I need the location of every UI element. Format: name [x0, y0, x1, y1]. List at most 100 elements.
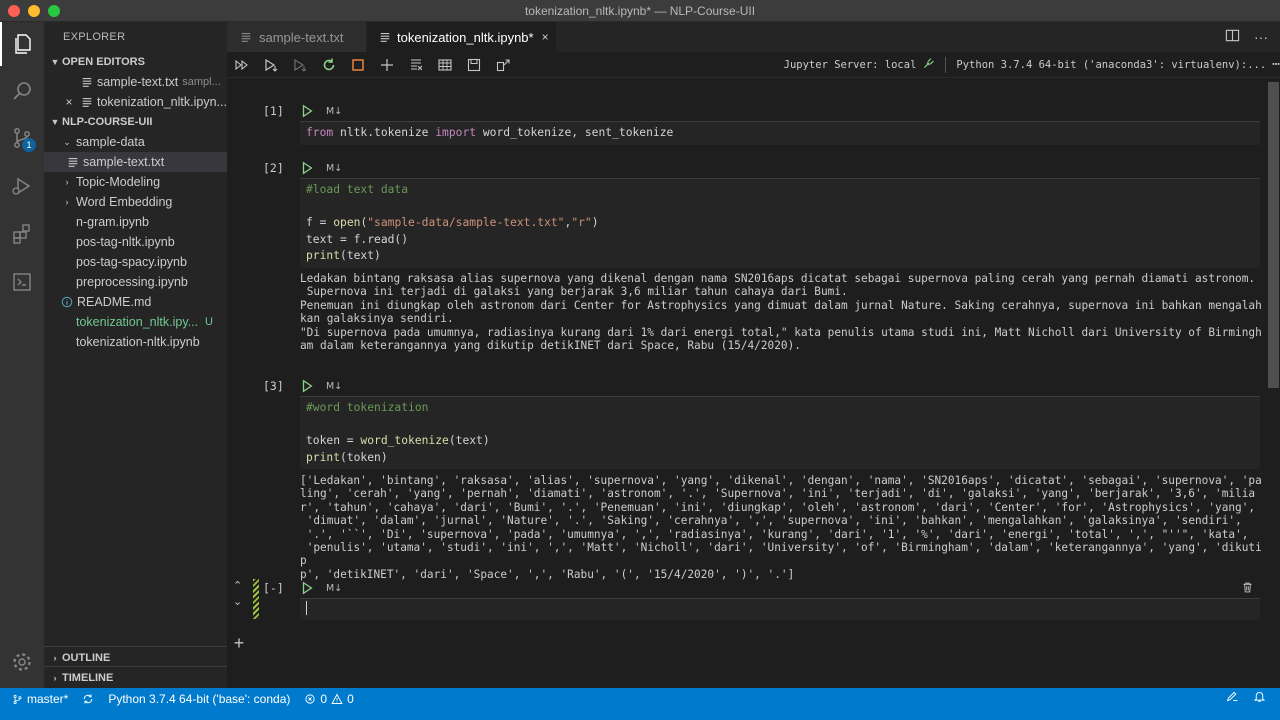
- jupyter-server-status[interactable]: Jupyter Server: local: [784, 59, 917, 71]
- split-editor-icon[interactable]: [1225, 28, 1240, 46]
- kernel-selector[interactable]: Python 3.7.4 64-bit ('anaconda3': virtua…: [956, 59, 1266, 71]
- source-control-button[interactable]: 1: [0, 116, 44, 160]
- close-icon[interactable]: ×: [62, 92, 76, 112]
- workspace-header[interactable]: ▼ NLP-COURSE-UII: [44, 112, 227, 132]
- code-token: from: [306, 126, 334, 139]
- tab-sample-text[interactable]: sample-text.txt: [227, 22, 367, 52]
- variables-button[interactable]: [430, 53, 459, 77]
- export-button[interactable]: [488, 53, 517, 77]
- tree-file[interactable]: sample-text.txt: [44, 152, 227, 172]
- run-below-button[interactable]: [285, 53, 314, 77]
- feedback-icon[interactable]: [1226, 690, 1239, 706]
- remote-explorer-button[interactable]: [0, 260, 44, 304]
- run-all-button[interactable]: [227, 53, 256, 77]
- interrupt-kernel-button[interactable]: [343, 53, 372, 77]
- cell-toolbar: M↓: [300, 159, 342, 177]
- open-editor-name: sample-text.txt: [97, 75, 179, 89]
- run-debug-button[interactable]: [0, 164, 44, 208]
- execution-count: [1]: [263, 104, 284, 118]
- markdown-toggle[interactable]: M↓: [326, 381, 342, 392]
- run-cell-icon[interactable]: [300, 104, 314, 118]
- more-actions-button[interactable]: ···: [1254, 29, 1268, 45]
- manage-button[interactable]: [0, 640, 44, 684]
- chevron-down-icon: ⌄: [63, 137, 71, 147]
- tree-folder-label: sample-data: [76, 135, 145, 149]
- timeline-section: › TIMELINE: [44, 666, 227, 688]
- tree-file[interactable]: preprocessing.ipynb: [44, 272, 227, 292]
- tree-file-label: preprocessing.ipynb: [76, 275, 188, 289]
- code-editor[interactable]: #word tokenization ​ token = word_tokeni…: [300, 396, 1260, 469]
- open-editors-header[interactable]: ▼ OPEN EDITORS: [44, 52, 227, 72]
- tree-file-label: README.md: [77, 295, 152, 309]
- execution-count: [3]: [263, 379, 284, 393]
- code-editor[interactable]: [300, 598, 1260, 620]
- explorer-button[interactable]: [0, 22, 44, 66]
- move-up-icon[interactable]: ⌃: [233, 579, 242, 592]
- notebook-toolbar: Jupyter Server: local Python 3.7.4 64-bi…: [227, 52, 1280, 78]
- code-token: import: [435, 126, 477, 139]
- code-token: ): [591, 216, 599, 229]
- clear-outputs-button[interactable]: [401, 53, 430, 77]
- code-token: "r": [571, 216, 592, 229]
- open-editor-item[interactable]: sample-text.txt sampl...: [44, 72, 227, 92]
- untracked-badge: U: [205, 316, 213, 328]
- editor-scrollbar[interactable]: [1267, 78, 1280, 688]
- tree-folder[interactable]: ⌄ sample-data: [44, 132, 227, 152]
- open-editor-item[interactable]: × tokenization_nltk.ipyn...: [44, 92, 227, 112]
- tree-file[interactable]: pos-tag-nltk.ipynb: [44, 232, 227, 252]
- cell-output: ['Ledakan', 'bintang', 'raksasa', 'alias…: [300, 474, 1262, 581]
- markdown-toggle[interactable]: M↓: [326, 106, 342, 117]
- close-tab-button[interactable]: ×: [542, 30, 549, 44]
- problems-indicator[interactable]: 0 0: [297, 690, 360, 708]
- markdown-toggle[interactable]: M↓: [326, 583, 342, 594]
- sync-button[interactable]: [75, 690, 101, 708]
- code-editor[interactable]: #load text data ​ f = open("sample-data/…: [300, 178, 1260, 268]
- save-button[interactable]: [459, 53, 488, 77]
- chevron-down-icon: ▼: [50, 117, 60, 127]
- code-token: text = f.read(): [306, 232, 409, 246]
- text-file-icon: [239, 30, 253, 44]
- tree-folder[interactable]: › Word Embedding: [44, 192, 227, 212]
- tab-label: tokenization_nltk.ipynb*: [397, 29, 534, 45]
- tree-folder[interactable]: › Topic-Modeling: [44, 172, 227, 192]
- tree-file[interactable]: pos-tag-spacy.ipynb: [44, 252, 227, 272]
- run-above-button[interactable]: [256, 53, 285, 77]
- outline-header[interactable]: › OUTLINE: [44, 647, 227, 668]
- bell-icon[interactable]: [1253, 690, 1266, 706]
- active-cell-indicator: [253, 579, 259, 619]
- close-window-button[interactable]: [8, 5, 20, 17]
- search-button[interactable]: [0, 69, 44, 113]
- code-token: word_tokenize: [360, 434, 449, 447]
- add-cell-button[interactable]: [372, 53, 401, 77]
- extensions-button[interactable]: [0, 212, 44, 256]
- python-interpreter[interactable]: Python 3.7.4 64-bit ('base': conda): [101, 690, 297, 708]
- tree-folder-label: Topic-Modeling: [76, 175, 161, 189]
- terminal-icon: [13, 273, 31, 291]
- markdown-toggle[interactable]: M↓: [326, 163, 342, 174]
- open-editor-detail: sampl...: [182, 76, 221, 88]
- tree-file[interactable]: README.md: [44, 292, 227, 312]
- timeline-header[interactable]: › TIMELINE: [44, 667, 227, 688]
- run-cell-icon[interactable]: [300, 161, 314, 175]
- tree-file[interactable]: tokenization-nltk.ipynb: [44, 332, 227, 352]
- restart-kernel-button[interactable]: [314, 53, 343, 77]
- window-controls: [8, 5, 60, 17]
- stop-icon: [351, 58, 364, 71]
- tree-file[interactable]: tokenization_nltk.ipy... U: [44, 312, 227, 332]
- delete-cell-icon[interactable]: [1241, 581, 1254, 599]
- run-cell-icon[interactable]: [300, 379, 314, 393]
- more-icon[interactable]: ⋯: [1272, 57, 1280, 72]
- tab-actions: ···: [1225, 22, 1280, 52]
- move-down-icon[interactable]: ⌄: [233, 595, 242, 608]
- code-editor[interactable]: from nltk.tokenize import word_tokenize,…: [300, 121, 1260, 145]
- text-file-icon: [80, 75, 94, 89]
- minimize-window-button[interactable]: [28, 5, 40, 17]
- scrollbar-thumb[interactable]: [1268, 82, 1279, 388]
- tab-tokenization-notebook[interactable]: tokenization_nltk.ipynb* ×: [367, 22, 557, 52]
- run-cell-icon[interactable]: [300, 581, 314, 595]
- add-cell-button[interactable]: +: [231, 634, 247, 652]
- tree-file[interactable]: n-gram.ipynb: [44, 212, 227, 232]
- maximize-window-button[interactable]: [48, 5, 60, 17]
- branch-indicator[interactable]: master*: [0, 690, 75, 708]
- text-file-icon: [66, 155, 80, 169]
